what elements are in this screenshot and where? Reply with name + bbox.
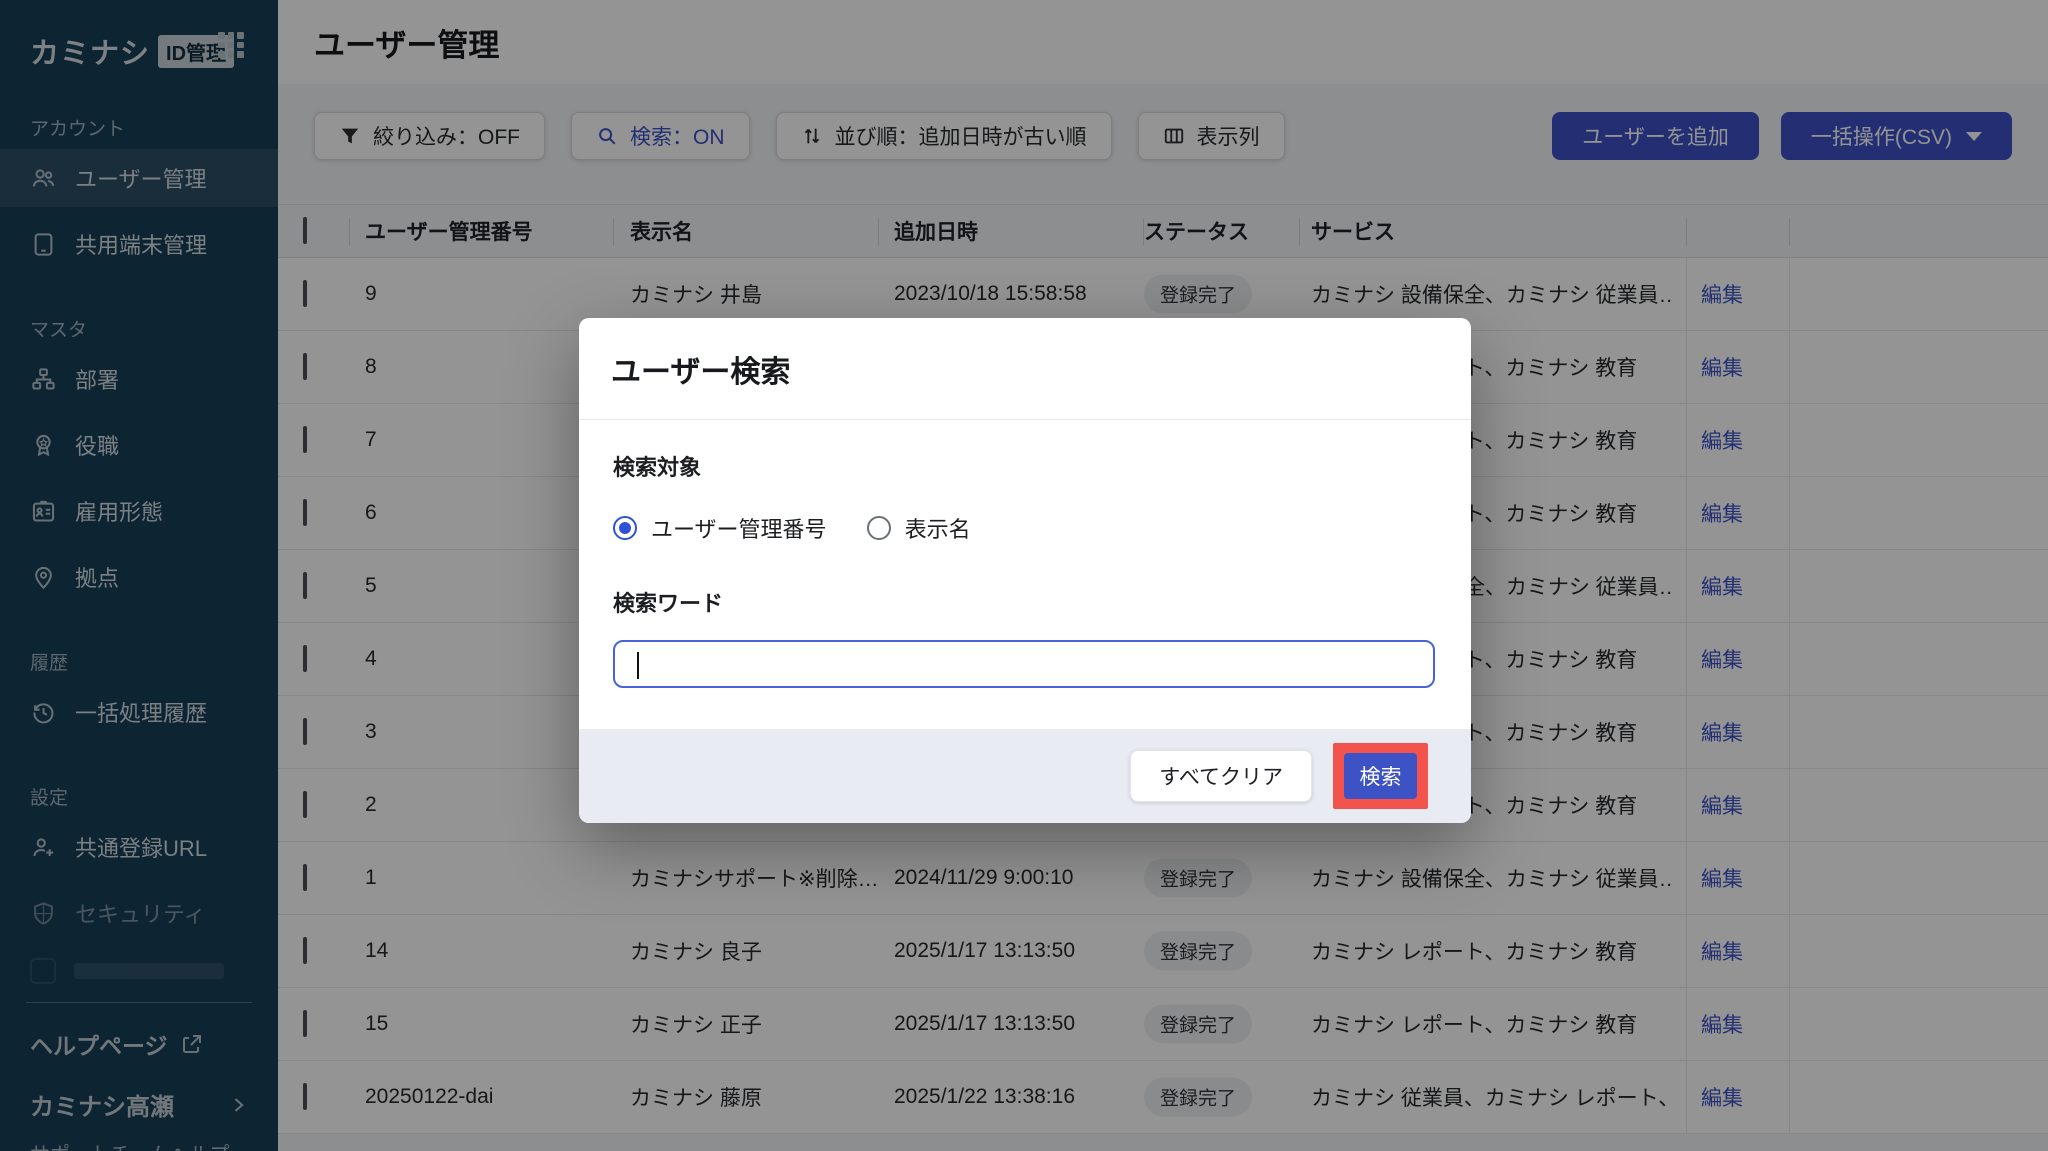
modal-footer: すべてクリア 検索 (579, 729, 1471, 823)
modal-title: ユーザー検索 (611, 347, 790, 391)
search-target-label: 検索対象 (613, 450, 1439, 482)
search-submit-label: 検索 (1360, 766, 1402, 789)
modal-body: 検索対象 ユーザー管理番号 表示名 検索ワード (579, 420, 1471, 688)
search-submit-button[interactable]: 検索 (1344, 753, 1417, 799)
keyword-input[interactable] (613, 640, 1435, 688)
user-search-modal: ユーザー検索 検索対象 ユーザー管理番号 表示名 検索ワード すべてクリア 検索 (579, 318, 1471, 823)
keyword-label: 検索ワード (613, 586, 1439, 618)
clear-all-button[interactable]: すべてクリア (1130, 750, 1312, 802)
radio-display-name[interactable] (867, 516, 891, 540)
text-caret (637, 652, 639, 679)
search-target-radios: ユーザー管理番号 表示名 (613, 512, 1439, 544)
modal-header: ユーザー検索 (579, 318, 1471, 420)
clear-all-label: すべてクリア (1159, 766, 1283, 789)
radio-user-id-label: ユーザー管理番号 (651, 512, 827, 544)
radio-user-id[interactable] (613, 516, 637, 540)
click-highlight-box: 検索 (1333, 743, 1428, 809)
radio-display-name-label: 表示名 (905, 512, 971, 544)
